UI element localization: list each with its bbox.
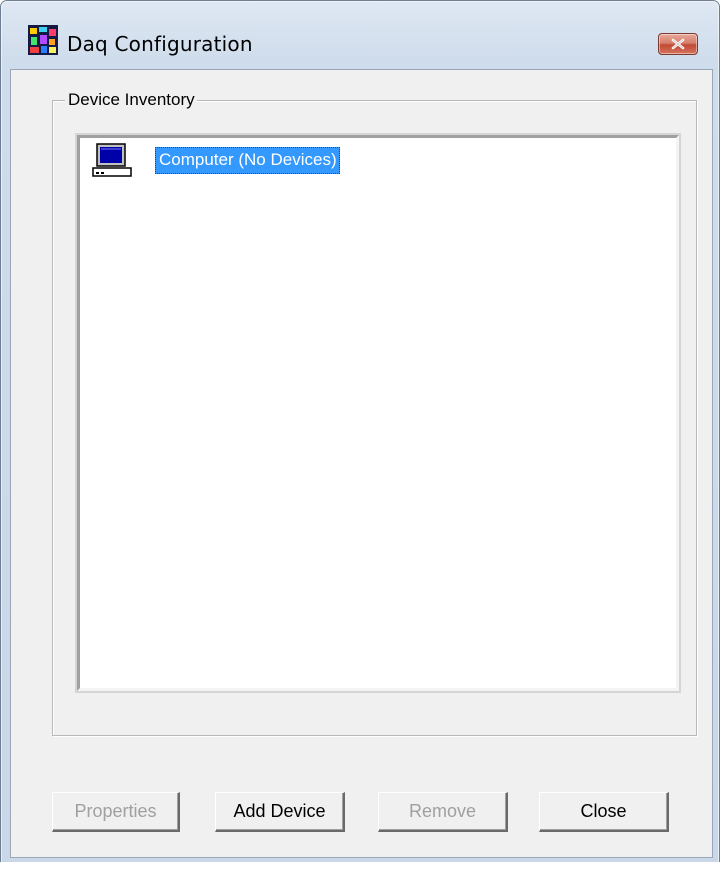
title-bar[interactable]: Daq Configuration [1, 1, 719, 56]
computer-icon [91, 143, 133, 177]
remove-button[interactable]: Remove [378, 792, 508, 832]
dialog-client-area: Device Inventory Computer (No Devices) P… [10, 69, 713, 858]
close-window-button[interactable] [658, 33, 698, 55]
daq-configuration-window: Daq Configuration Device Inventory Compu… [0, 0, 720, 866]
tree-item-computer[interactable]: Computer (No Devices) [91, 142, 340, 178]
properties-button[interactable]: Properties [52, 792, 180, 832]
window-bottom-edge [0, 862, 722, 869]
add-device-button[interactable]: Add Device [215, 792, 345, 832]
device-inventory-label: Device Inventory [65, 90, 197, 110]
close-button[interactable]: Close [539, 792, 669, 832]
daq-app-icon [28, 25, 58, 55]
tree-item-label[interactable]: Computer (No Devices) [155, 146, 340, 174]
close-icon [671, 38, 685, 50]
device-tree[interactable]: Computer (No Devices) [75, 133, 681, 693]
window-title: Daq Configuration [67, 32, 253, 56]
